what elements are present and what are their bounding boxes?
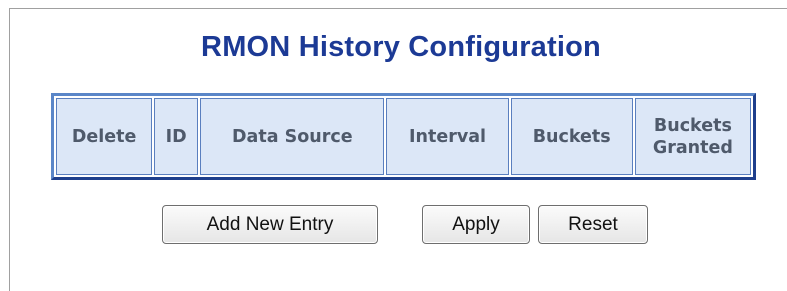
column-header-buckets-granted: Buckets Granted (634, 98, 751, 175)
apply-button[interactable]: Apply (422, 205, 530, 244)
column-header-data-source: Data Source (200, 98, 385, 175)
column-header-interval: Interval (386, 98, 509, 175)
buckets-granted-line-1: Buckets (653, 115, 732, 136)
add-new-entry-button[interactable]: Add New Entry (162, 205, 378, 244)
rmon-history-table: Delete ID Data Source Interval Buckets B… (51, 93, 756, 180)
page-title: RMON History Configuration (201, 31, 601, 63)
column-header-buckets: Buckets (510, 98, 633, 175)
reset-button[interactable]: Reset (538, 205, 648, 244)
column-header-delete: Delete (56, 98, 153, 175)
table-header-row: Delete ID Data Source Interval Buckets B… (56, 98, 751, 175)
column-header-id: ID (154, 98, 199, 175)
buckets-granted-line-2: Granted (652, 137, 733, 158)
